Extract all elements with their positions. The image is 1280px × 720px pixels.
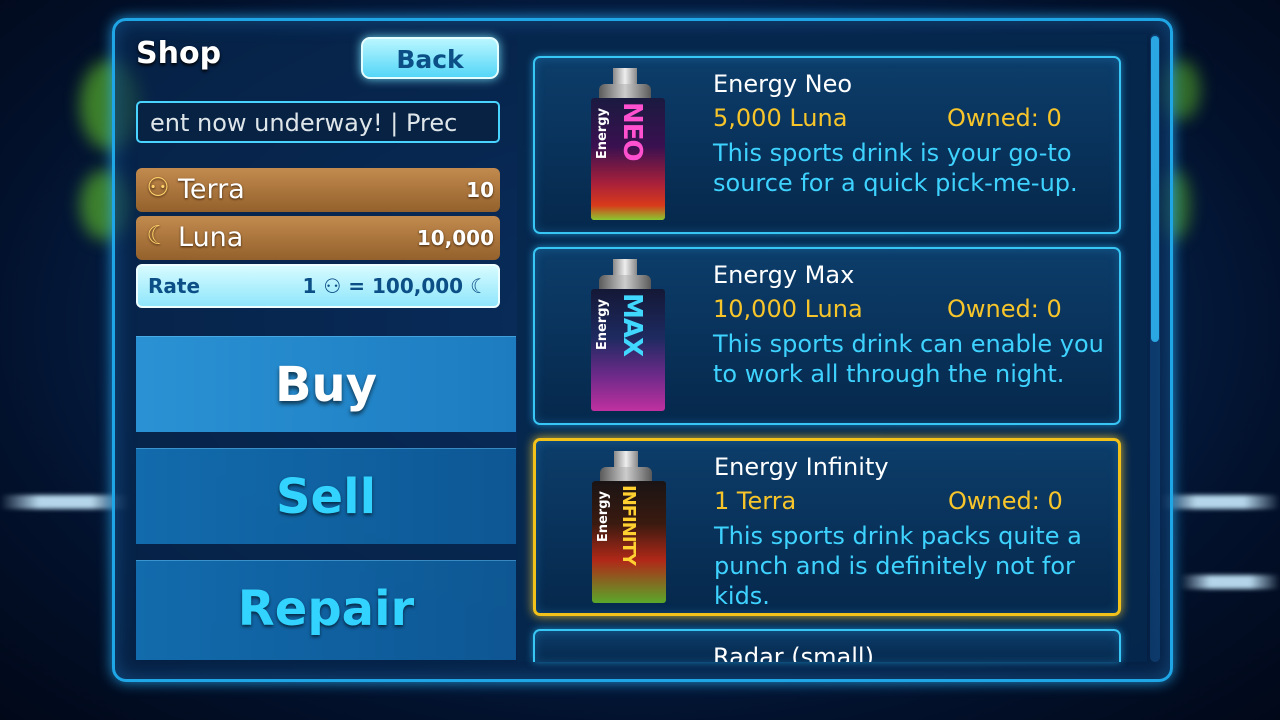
terra-balance: ⚇ Terra 10 xyxy=(136,168,500,212)
item-name: Radar (small) xyxy=(713,643,874,662)
item-description: This sports drink is your go-to source f… xyxy=(713,139,1078,197)
rate-label: Rate xyxy=(148,274,201,298)
item-owned-count: Owned: 0 xyxy=(947,104,1062,132)
repair-tab-button[interactable]: Repair xyxy=(136,560,516,660)
energy-infinity-can-icon: Energy INFINITY xyxy=(592,451,668,605)
scrollbar-thumb[interactable] xyxy=(1151,36,1159,342)
shop-item-energy-max[interactable]: Energy MAX Energy Max 10,000 Luna Owned:… xyxy=(533,247,1121,425)
luna-label: Luna xyxy=(178,222,244,253)
luna-balance: ☾ Luna 10,000 xyxy=(136,216,500,260)
bg-light-streak xyxy=(1180,575,1280,589)
item-price: 5,000 Luna xyxy=(713,104,848,132)
news-ticker-text: ent now underway! | Prec xyxy=(150,109,458,137)
news-ticker: ent now underway! | Prec xyxy=(136,101,500,143)
energy-neo-can-icon: Energy NEO xyxy=(591,68,667,222)
energy-max-can-icon: Energy MAX xyxy=(591,259,667,413)
item-price: 10,000 Luna xyxy=(713,295,863,323)
bg-light-streak xyxy=(1160,495,1280,509)
luna-value: 10,000 xyxy=(416,226,494,250)
terra-label: Terra xyxy=(178,174,245,205)
item-owned-count: Owned: 0 xyxy=(948,487,1063,515)
terra-icon: ⚇ xyxy=(146,173,170,203)
item-price: 1 Terra xyxy=(714,487,797,515)
shop-item-energy-infinity[interactable]: Energy INFINITY Energy Infinity 1 Terra … xyxy=(533,438,1121,616)
shop-item-radar-small[interactable]: Radar (small) xyxy=(533,629,1121,662)
item-description: This sports drink packs quite a punch an… xyxy=(714,522,1082,610)
shop-item-energy-neo[interactable]: Energy NEO Energy Neo 5,000 Luna Owned: … xyxy=(533,56,1121,234)
item-description: This sports drink can enable you to work… xyxy=(713,330,1104,388)
page-title: Shop xyxy=(136,36,222,71)
exchange-rate: Rate 1 ⚇ = 100,000 ☾ xyxy=(136,264,500,308)
bg-light-streak xyxy=(0,495,130,509)
item-name: Energy Infinity xyxy=(714,453,889,481)
item-name: Energy Neo xyxy=(713,70,853,98)
buy-tab-button[interactable]: Buy xyxy=(136,336,516,432)
back-button[interactable]: Back xyxy=(361,37,499,79)
rate-value: 1 ⚇ = 100,000 ☾ xyxy=(302,274,488,298)
sell-tab-button[interactable]: Sell xyxy=(136,448,516,544)
item-name: Energy Max xyxy=(713,261,855,289)
terra-value: 10 xyxy=(466,178,494,202)
moon-icon: ☾ xyxy=(146,221,170,251)
item-owned-count: Owned: 0 xyxy=(947,295,1062,323)
